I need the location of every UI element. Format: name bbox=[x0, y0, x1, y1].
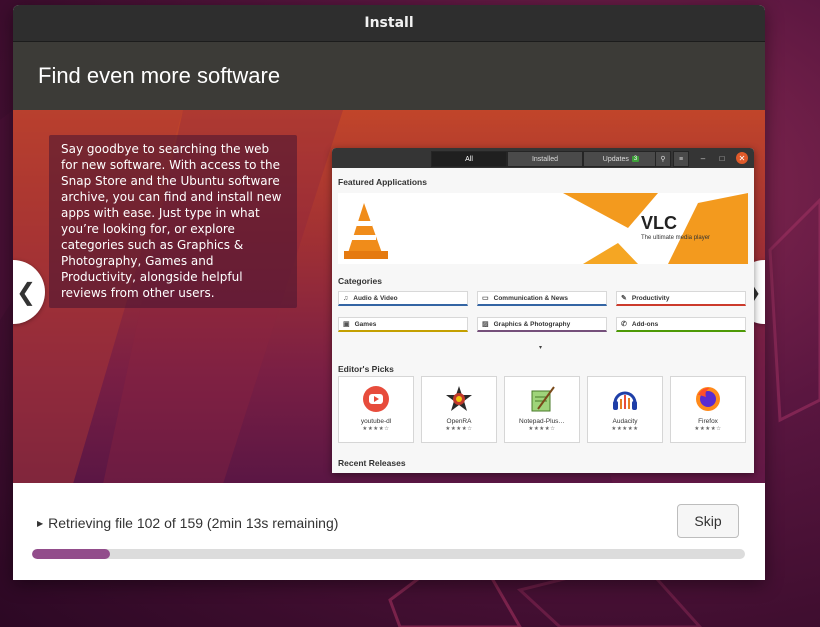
game-icon: ▣ bbox=[343, 321, 350, 328]
mini-category-addons: ✆ Add-ons bbox=[616, 317, 746, 332]
chevron-left-icon: ❮ bbox=[16, 278, 37, 306]
progress-bar bbox=[32, 549, 745, 559]
mini-categories-heading: Categories bbox=[338, 276, 382, 286]
audacity-icon bbox=[613, 391, 637, 410]
mini-headerbar: All Installed Updates 3 ⚲ ≡ – □ ✕ bbox=[332, 148, 754, 168]
mini-tab-all: All bbox=[431, 151, 507, 167]
mini-vlc-banner: VLC The ultimate media player bbox=[338, 193, 748, 264]
mini-category-productivity: ✎ Productivity bbox=[616, 291, 746, 306]
pencil-icon: ✎ bbox=[621, 295, 627, 302]
slideshow: Say goodbye to searching the web for new… bbox=[13, 110, 765, 484]
installer-window: Install Find even more software Say good… bbox=[13, 5, 765, 580]
mini-vlc-subtitle: The ultimate media player bbox=[641, 235, 711, 241]
progress-area: ▶ Retrieving file 102 of 159 (2min 13s r… bbox=[13, 483, 765, 580]
software-app-screenshot: All Installed Updates 3 ⚲ ≡ – □ ✕ Feature… bbox=[332, 148, 754, 473]
mini-minimize-icon: – bbox=[700, 153, 706, 163]
notepad-plus-icon bbox=[531, 386, 555, 412]
mini-tab-updates: Updates 3 bbox=[583, 151, 659, 167]
slide-description: Say goodbye to searching the web for new… bbox=[49, 135, 297, 308]
expander-triangle-icon[interactable]: ▶ bbox=[37, 519, 43, 528]
mini-pick-audacity: Audacity ★★★★★ bbox=[587, 376, 663, 443]
mini-close-icon: ✕ bbox=[736, 152, 748, 164]
progress-status[interactable]: ▶ Retrieving file 102 of 159 (2min 13s r… bbox=[37, 515, 338, 531]
vlc-banner-art bbox=[344, 193, 748, 264]
music-note-icon: ♫ bbox=[343, 294, 349, 302]
firefox-icon bbox=[696, 387, 720, 411]
mini-editors-heading: Editor's Picks bbox=[338, 364, 394, 374]
slide-title: Find even more software bbox=[13, 42, 765, 110]
mini-category-communication: ▭ Communication & News bbox=[477, 291, 607, 306]
chat-bubble-icon: ▭ bbox=[482, 295, 489, 302]
mini-menu-icon: ≡ bbox=[673, 151, 689, 167]
mini-pick-firefox: Firefox ★★★★☆ bbox=[670, 376, 746, 443]
image-icon: ▨ bbox=[482, 321, 489, 328]
mini-expand-arrow-icon: ▾ bbox=[539, 345, 543, 351]
mini-category-audio-video: ♫ Audio & Video bbox=[338, 291, 468, 306]
progress-status-text: Retrieving file 102 of 159 (2min 13s rem… bbox=[48, 515, 339, 531]
mini-maximize-icon: □ bbox=[719, 153, 725, 163]
puzzle-icon: ✆ bbox=[621, 321, 627, 328]
mini-vlc-title: VLC bbox=[641, 213, 677, 233]
mini-recent-heading: Recent Releases bbox=[338, 458, 406, 468]
vlc-cone-icon bbox=[348, 203, 382, 253]
mini-category-graphics: ▨ Graphics & Photography bbox=[477, 317, 607, 332]
youtube-dl-icon bbox=[363, 386, 389, 412]
progress-bar-fill bbox=[32, 549, 111, 559]
mini-tabs: All Installed Updates 3 bbox=[431, 151, 659, 167]
skip-button[interactable]: Skip bbox=[677, 504, 739, 538]
mini-pick-youtube-dl: youtube-dl ★★★★☆ bbox=[338, 376, 414, 443]
mini-category-games: ▣ Games bbox=[338, 317, 468, 332]
mini-updates-badge: 3 bbox=[631, 156, 640, 162]
mini-pick-openra: OpenRA ★★★★☆ bbox=[421, 376, 497, 443]
openra-icon bbox=[446, 386, 472, 411]
mini-featured-heading: Featured Applications bbox=[338, 177, 427, 187]
mini-tab-installed: Installed bbox=[507, 151, 583, 167]
window-title: Install bbox=[13, 5, 765, 42]
mini-search-icon: ⚲ bbox=[655, 151, 671, 167]
mini-pick-notepad-plus: Notepad-Plus… ★★★★☆ bbox=[504, 376, 580, 443]
